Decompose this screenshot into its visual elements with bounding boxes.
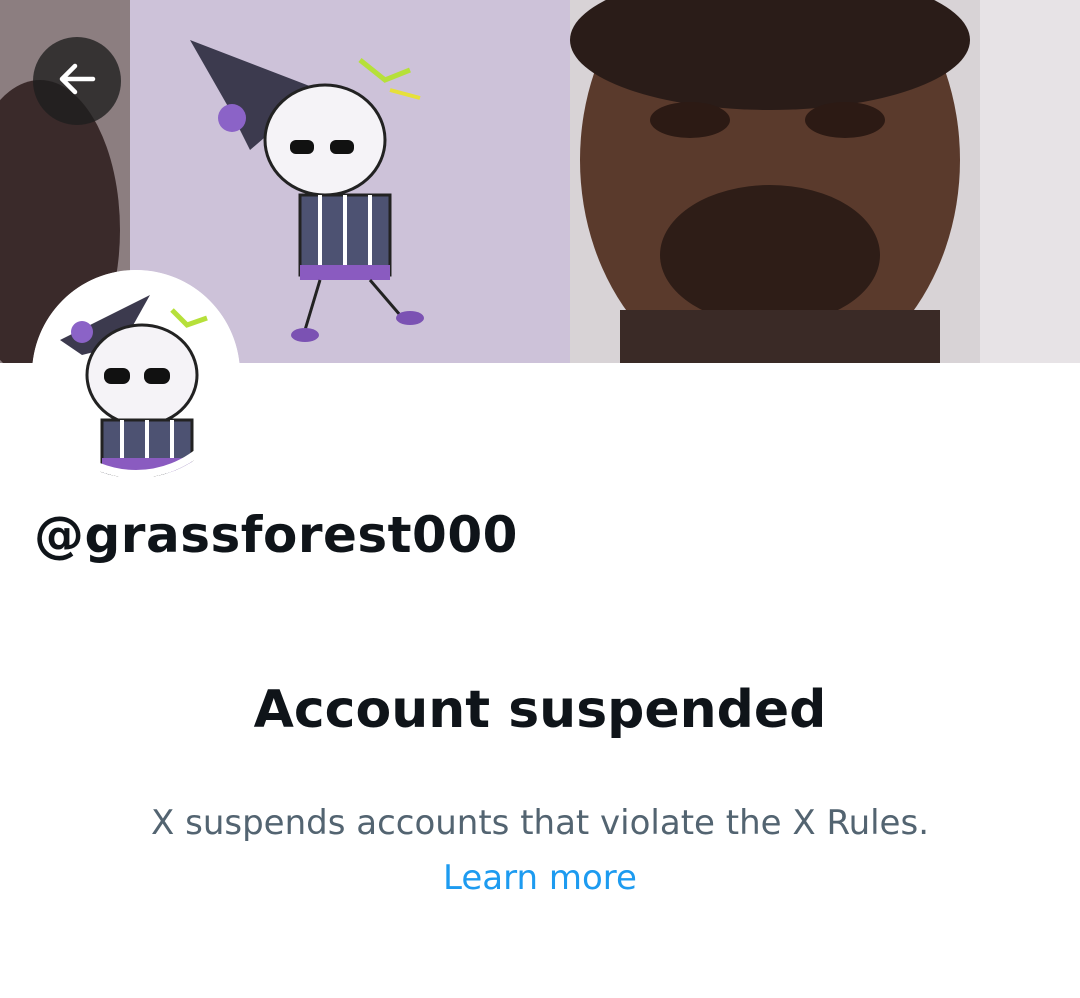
- suspended-title: Account suspended: [253, 680, 827, 740]
- profile-handle: @grassforest000: [34, 506, 518, 564]
- back-button[interactable]: [33, 37, 121, 125]
- avatar[interactable]: [32, 270, 240, 478]
- learn-more-link[interactable]: Learn more: [0, 858, 1080, 898]
- arrow-left-icon: [53, 55, 101, 108]
- avatar-image: [32, 270, 240, 478]
- suspended-description: X suspends accounts that violate the X R…: [151, 803, 929, 843]
